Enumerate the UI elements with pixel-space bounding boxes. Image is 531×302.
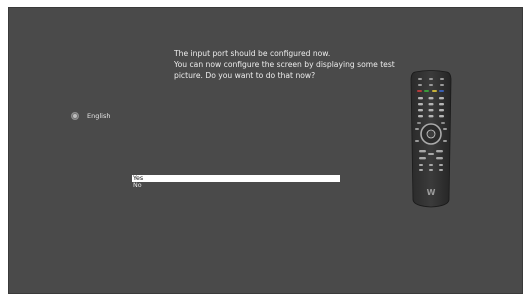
language-label: English [87, 112, 111, 120]
message-line-1: The input port should be configured now. [174, 49, 331, 58]
brand-mark: W [427, 188, 436, 197]
remote-control-illustration: W [409, 70, 453, 212]
option-yes[interactable]: Yes [132, 175, 340, 182]
remote-control-icon: W [410, 70, 452, 208]
language-selector[interactable]: English [71, 112, 110, 120]
radio-button-icon [71, 112, 79, 120]
choice-list: Yes No [132, 175, 340, 189]
option-no[interactable]: No [132, 182, 340, 189]
wizard-screen: The input port should be configured now.… [9, 8, 522, 293]
message-line-2: You can now configure the screen by disp… [174, 60, 395, 69]
dialog-message: The input port should be configured now.… [174, 48, 419, 81]
message-line-3: picture. Do you want to do that now? [174, 71, 316, 80]
